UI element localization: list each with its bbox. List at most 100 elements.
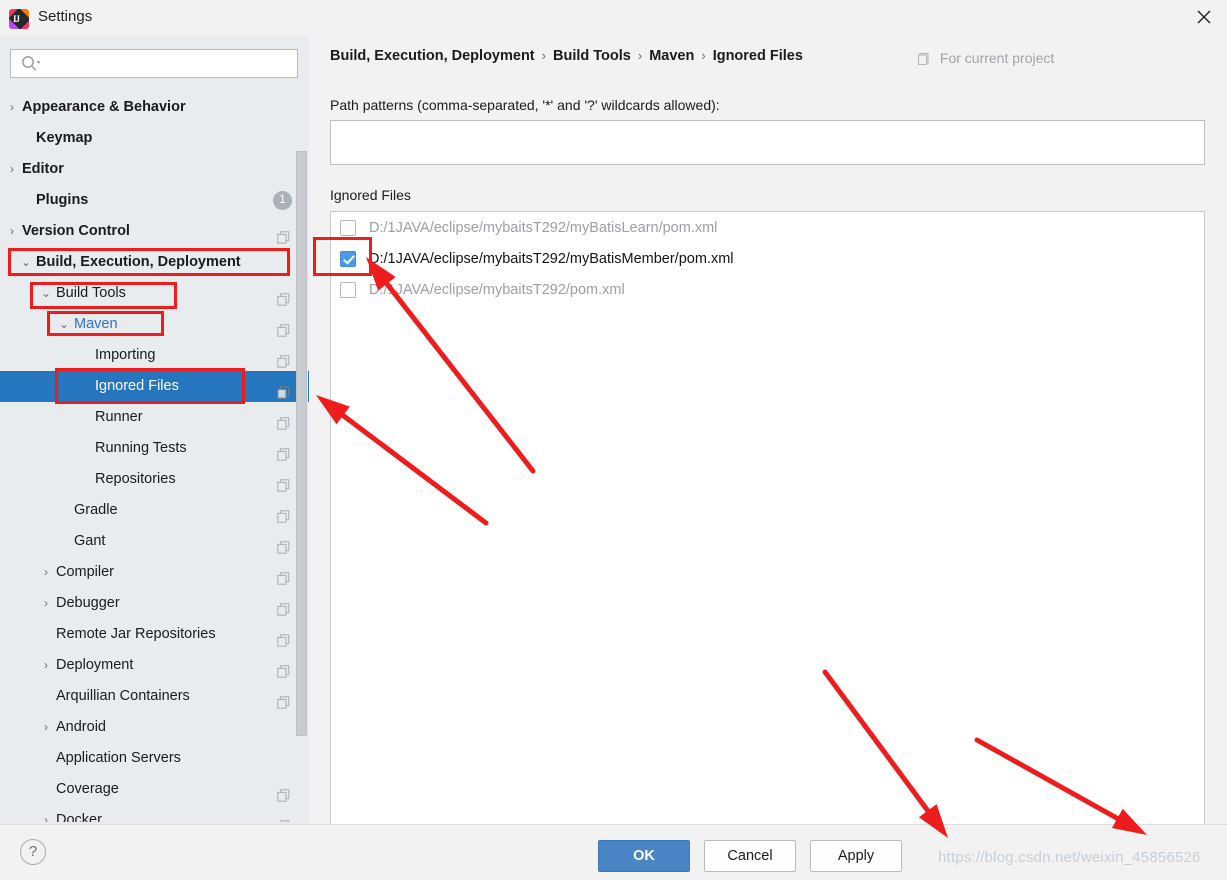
- sidebar-item-label: Gradle: [74, 502, 118, 518]
- copy-settings-icon[interactable]: [277, 225, 290, 244]
- ok-button[interactable]: OK: [598, 840, 690, 872]
- sidebar-item-ignored-files[interactable]: Ignored Files: [0, 371, 309, 402]
- sidebar-item-label: Build, Execution, Deployment: [36, 254, 241, 270]
- sidebar-item-keymap[interactable]: Keymap: [0, 123, 309, 154]
- chevron-down-icon[interactable]: ⌄: [39, 278, 53, 309]
- ignored-files-list[interactable]: D:/1JAVA/eclipse/mybaitsT292/myBatisLear…: [330, 211, 1205, 833]
- sidebar-item-label: Repositories: [95, 471, 176, 487]
- copy-settings-icon[interactable]: [277, 411, 290, 430]
- breadcrumb-separator: ›: [637, 48, 643, 63]
- sidebar-item-label: Docker: [56, 812, 102, 822]
- sidebar-item-docker[interactable]: › Docker: [0, 805, 309, 822]
- copy-settings-icon[interactable]: [277, 380, 290, 399]
- chevron-right-icon[interactable]: ›: [39, 588, 53, 619]
- sidebar-scrollbar-thumb[interactable]: [296, 151, 307, 736]
- ignored-file-path: D:/1JAVA/eclipse/mybaitsT292/myBatisLear…: [369, 219, 718, 236]
- sidebar-item-build-tools[interactable]: ⌄ Build Tools: [0, 278, 309, 309]
- breadcrumb-separator: ›: [701, 48, 706, 63]
- copy-settings-icon[interactable]: [277, 504, 290, 523]
- sidebar-item-gant[interactable]: Gant: [0, 526, 309, 557]
- copy-settings-icon[interactable]: [277, 690, 290, 709]
- copy-settings-icon[interactable]: [277, 628, 290, 647]
- chevron-right-icon[interactable]: ›: [5, 92, 19, 123]
- chevron-right-icon[interactable]: ›: [39, 712, 53, 743]
- breadcrumb-crumb-1[interactable]: Build Tools: [553, 48, 631, 64]
- sidebar-item-label: Ignored Files: [95, 378, 179, 394]
- apply-button[interactable]: Apply: [810, 840, 902, 872]
- sidebar-item-remote-jar-repositories[interactable]: Remote Jar Repositories: [0, 619, 309, 650]
- sidebar-scrollbar-track[interactable]: [296, 92, 308, 822]
- chevron-right-icon[interactable]: ›: [39, 650, 53, 681]
- for-current-project-label: For current project: [917, 50, 1054, 68]
- ignored-file-row[interactable]: D:/1JAVA/eclipse/mybaitsT292/pom.xml: [331, 274, 1204, 305]
- sidebar-item-running-tests[interactable]: Running Tests: [0, 433, 309, 464]
- copy-settings-icon[interactable]: [277, 535, 290, 554]
- sidebar-item-deployment[interactable]: › Deployment: [0, 650, 309, 681]
- sidebar-item-appearance-behavior[interactable]: › Appearance & Behavior: [0, 92, 309, 123]
- sidebar-item-importing[interactable]: Importing: [0, 340, 309, 371]
- sidebar-item-coverage[interactable]: Coverage: [0, 774, 309, 805]
- sidebar-item-label: Maven: [74, 316, 118, 332]
- close-icon[interactable]: [1181, 0, 1227, 34]
- ignored-file-row[interactable]: D:/1JAVA/eclipse/mybaitsT292/myBatisMemb…: [331, 243, 1204, 274]
- sidebar-item-editor[interactable]: › Editor: [0, 154, 309, 185]
- breadcrumb-crumb-3[interactable]: Ignored Files: [713, 48, 803, 64]
- sidebar-item-runner[interactable]: Runner: [0, 402, 309, 433]
- sidebar-item-maven[interactable]: ⌄ Maven: [0, 309, 309, 340]
- help-button[interactable]: ?: [20, 839, 46, 865]
- sidebar-item-label: Gant: [74, 533, 106, 549]
- sidebar-item-plugins[interactable]: Plugins 1: [0, 185, 309, 216]
- chevron-right-icon[interactable]: ›: [39, 805, 53, 822]
- copy-settings-icon[interactable]: [277, 349, 290, 368]
- chevron-right-icon[interactable]: ›: [5, 216, 19, 247]
- copy-settings-icon[interactable]: [277, 566, 290, 585]
- sidebar-item-label: Remote Jar Repositories: [56, 626, 216, 642]
- sidebar-item-build-execution-deployment[interactable]: ⌄ Build, Execution, Deployment: [0, 247, 309, 278]
- ignored-files-label: Ignored Files: [330, 187, 411, 203]
- sidebar-item-debugger[interactable]: › Debugger: [0, 588, 309, 619]
- path-patterns-input[interactable]: [330, 120, 1205, 165]
- ignored-file-checkbox[interactable]: [340, 219, 356, 236]
- copy-settings-icon[interactable]: [277, 597, 290, 616]
- ignored-file-checkbox[interactable]: [340, 250, 356, 267]
- search-input[interactable]: [10, 49, 298, 78]
- sidebar-item-label: Coverage: [56, 781, 119, 797]
- copy-settings-icon[interactable]: [277, 783, 290, 802]
- document-icon: [917, 52, 930, 68]
- chevron-down-icon[interactable]: ⌄: [57, 309, 71, 340]
- copy-settings-icon[interactable]: [277, 287, 290, 306]
- breadcrumb-crumb-0[interactable]: Build, Execution, Deployment: [330, 48, 535, 64]
- copy-settings-icon[interactable]: [277, 814, 290, 822]
- sidebar-item-label: Importing: [95, 347, 156, 363]
- copy-settings-icon[interactable]: [277, 659, 290, 678]
- settings-sidebar: › Appearance & Behavior Keymap › Editor Plugi…: [0, 36, 309, 824]
- settings-main-panel: Build, Execution, Deployment › Build Tools…: [309, 36, 1227, 833]
- path-patterns-label: Path patterns (comma-separated, '*' and …: [330, 97, 720, 113]
- cancel-button[interactable]: Cancel: [704, 840, 796, 872]
- copy-settings-icon[interactable]: [277, 473, 290, 492]
- sidebar-item-android[interactable]: › Android: [0, 712, 309, 743]
- ignored-file-row[interactable]: D:/1JAVA/eclipse/mybaitsT292/myBatisLear…: [331, 212, 1204, 243]
- sidebar-item-gradle[interactable]: Gradle: [0, 495, 309, 526]
- sidebar-item-repositories[interactable]: Repositories: [0, 464, 309, 495]
- copy-settings-icon[interactable]: [277, 442, 290, 461]
- chevron-down-icon[interactable]: ⌄: [19, 247, 33, 278]
- sidebar-item-label: Editor: [22, 161, 64, 177]
- sidebar-item-label: Runner: [95, 409, 143, 425]
- sidebar-item-arquillian-containers[interactable]: Arquillian Containers: [0, 681, 309, 712]
- chevron-right-icon[interactable]: ›: [39, 557, 53, 588]
- sidebar-item-label: Compiler: [56, 564, 115, 580]
- intellij-idea-icon: IJ: [9, 9, 29, 29]
- breadcrumb-crumb-2[interactable]: Maven: [649, 48, 694, 64]
- sidebar-item-version-control[interactable]: › Version Control: [0, 216, 309, 247]
- for-current-project-text: For current project: [939, 50, 1055, 66]
- app-icon-letters: IJ: [13, 14, 20, 24]
- ignored-file-checkbox[interactable]: [340, 281, 356, 298]
- sidebar-item-compiler[interactable]: › Compiler: [0, 557, 309, 588]
- copy-settings-icon[interactable]: [277, 318, 290, 337]
- sidebar-item-application-servers[interactable]: Application Servers: [0, 743, 309, 774]
- ignored-file-path: D:/1JAVA/eclipse/mybaitsT292/pom.xml: [369, 281, 625, 298]
- sidebar-item-label: Application Servers: [56, 750, 181, 766]
- chevron-right-icon[interactable]: ›: [5, 154, 19, 185]
- breadcrumb-separator: ›: [541, 48, 546, 63]
